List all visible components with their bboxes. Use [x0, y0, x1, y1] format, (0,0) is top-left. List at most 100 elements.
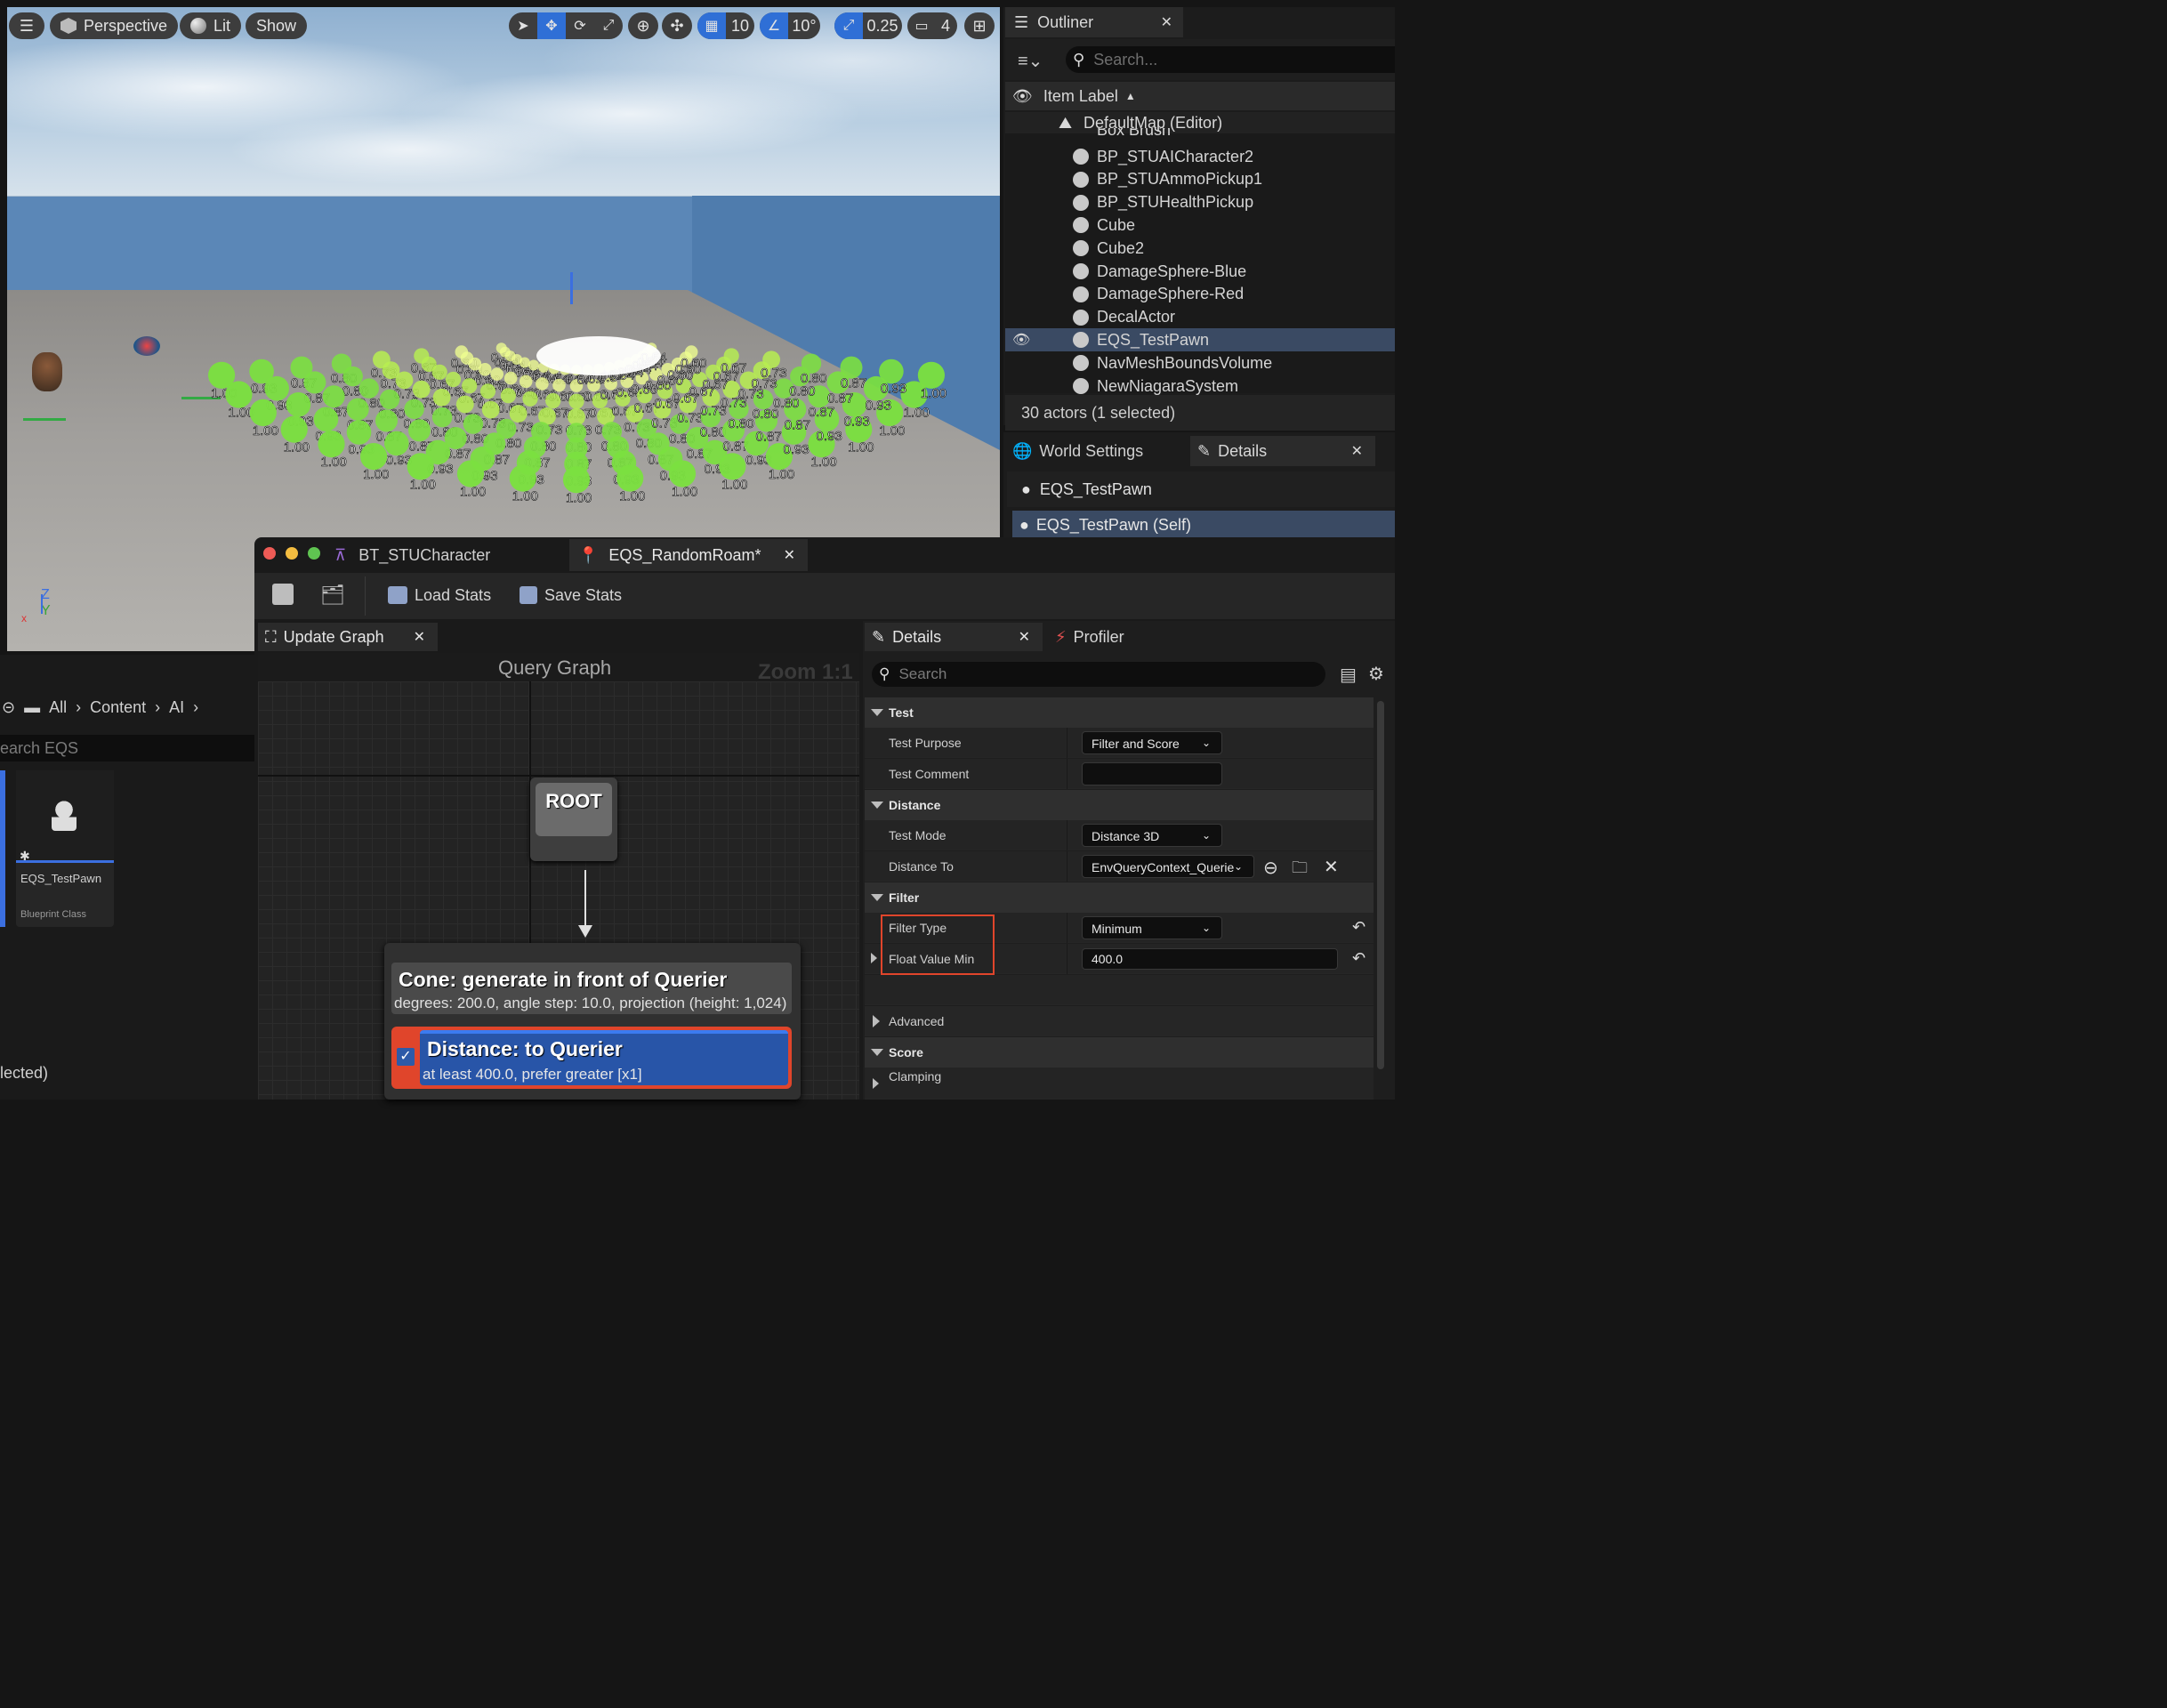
row-distance-to: Distance To EnvQueryContext_Querie ⌄ ⊖ 🗀 …: [865, 851, 1374, 882]
save-icon[interactable]: [272, 584, 294, 605]
close-icon[interactable]: ✕: [1351, 442, 1363, 460]
breadcrumb-all[interactable]: All: [49, 698, 67, 717]
outliner-row[interactable]: Cube2: [1005, 237, 1395, 260]
details-scrollbar[interactable]: [1377, 701, 1384, 1069]
graph-title: Query Graph: [498, 657, 612, 679]
eqs-score-label: 1.00: [363, 467, 389, 482]
browse-icon[interactable]: 🗂: [320, 584, 345, 607]
tab-details[interactable]: ✎ Details ✕: [865, 623, 1043, 651]
item-label-column[interactable]: Item Label: [1043, 87, 1118, 106]
history-icon[interactable]: ⊝: [2, 698, 15, 717]
float-value-min-input[interactable]: 400.0: [1082, 948, 1338, 970]
world-local-button[interactable]: ⊕: [628, 12, 658, 39]
eqs-score-label: 0.93: [784, 442, 810, 457]
test-enabled-checkbox[interactable]: ✓: [397, 1048, 415, 1066]
close-icon[interactable]: ✕: [1019, 628, 1030, 646]
outliner-search-input[interactable]: Search...: [1093, 51, 1157, 69]
asset-tile-partial[interactable]: [0, 770, 5, 927]
outliner-row[interactable]: NavMeshBoundsVolume: [1005, 351, 1395, 375]
eqs-score-label: 1.00: [769, 467, 794, 482]
browse-folder-icon[interactable]: 🗀: [1292, 857, 1308, 883]
clear-icon[interactable]: ✕: [1324, 856, 1339, 878]
show-button[interactable]: Show: [246, 12, 308, 39]
chevron-right-icon: ›: [76, 697, 82, 716]
actor-icon: [1073, 194, 1089, 211]
tab-eqs-randomroam[interactable]: 📍 EQS_RandomRoam* ✕: [569, 539, 808, 571]
grid-snap-control[interactable]: ▦ 10: [697, 12, 754, 39]
tab-details-top[interactable]: ✎ Details ✕: [1190, 436, 1375, 466]
row-clamping[interactable]: Clamping: [865, 1068, 1374, 1100]
outliner-row[interactable]: DamageSphere-Red: [1005, 283, 1395, 306]
filter-type-dropdown[interactable]: Minimum ⌄: [1082, 916, 1222, 939]
table-view-icon[interactable]: ▤: [1340, 664, 1357, 686]
close-icon[interactable]: ✕: [414, 628, 425, 646]
use-selected-icon[interactable]: ⊖: [1263, 857, 1278, 879]
outliner-row[interactable]: 👁 EQS_TestPawn: [1005, 328, 1395, 352]
component-row-self[interactable]: ● EQS_TestPawn (Self): [1012, 511, 1395, 539]
expand-arrow-icon[interactable]: [871, 953, 877, 963]
test-purpose-dropdown[interactable]: Filter and Score ⌄: [1082, 731, 1222, 754]
camera-speed-control[interactable]: ▭ 4: [907, 12, 957, 39]
move-tool-icon[interactable]: ✥: [537, 12, 566, 39]
eqs-score-label: 1.00: [410, 477, 436, 492]
filter-icon[interactable]: ≡⌄: [1018, 50, 1043, 72]
category-advanced[interactable]: Advanced: [865, 1006, 1374, 1036]
outliner-tab[interactable]: ☰ Outliner ✕: [1005, 7, 1183, 37]
save-stats-button[interactable]: Save Stats: [520, 584, 622, 607]
category-test[interactable]: Test: [865, 697, 1374, 728]
search-icon: ⚲: [879, 665, 890, 682]
details-search[interactable]: ⚲ Search: [872, 662, 1325, 687]
lit-button[interactable]: Lit: [180, 12, 242, 39]
category-distance[interactable]: Distance: [865, 790, 1374, 820]
outliner-row[interactable]: Cube: [1005, 214, 1395, 237]
outliner-search[interactable]: ⚲ Search...: [1066, 46, 1395, 73]
viewport-menu-button[interactable]: ☰: [9, 12, 44, 39]
details-tab-label: Details: [892, 627, 942, 646]
rotation-snap-control[interactable]: ∠ 10°: [760, 12, 820, 39]
settings-gear-icon[interactable]: ⚙: [1368, 663, 1384, 685]
perspective-button[interactable]: Perspective: [50, 12, 179, 39]
root-node[interactable]: ROOT: [530, 777, 617, 861]
close-icon[interactable]: ✕: [1161, 13, 1172, 31]
outliner-item-label: DecalActor: [1097, 308, 1176, 326]
window-close-dot[interactable]: [263, 547, 276, 560]
asset-tile[interactable]: ✱ EQS_TestPawn Blueprint Class: [16, 770, 114, 927]
details-search-input[interactable]: Search: [898, 665, 947, 683]
distance-to-dropdown[interactable]: EnvQueryContext_Querie ⌄: [1082, 855, 1254, 878]
reset-to-default-icon[interactable]: ↶: [1352, 949, 1365, 968]
breadcrumb-content[interactable]: Content: [90, 698, 146, 717]
visibility-eye-icon[interactable]: 👁: [1012, 87, 1033, 106]
close-icon[interactable]: ✕: [784, 546, 795, 564]
load-stats-button[interactable]: Load Stats: [388, 584, 491, 607]
window-minimize-dot[interactable]: [286, 547, 298, 560]
outliner-row[interactable]: BP_STUHealthPickup: [1005, 191, 1395, 214]
layout-button[interactable]: ⊞: [964, 12, 995, 39]
scale-tool-icon[interactable]: ⤢: [594, 12, 623, 39]
test-comment-input[interactable]: [1082, 762, 1222, 786]
outliner-item-label: DamageSphere-Red: [1097, 285, 1245, 303]
partial-row[interactable]: Box Brush: [1005, 128, 1395, 141]
select-tool-icon[interactable]: ➤: [509, 12, 537, 39]
visibility-eye-icon[interactable]: 👁: [1012, 331, 1030, 349]
category-filter[interactable]: Filter: [865, 882, 1374, 913]
outliner-row[interactable]: BP_STUAmmoPickup1: [1005, 168, 1395, 191]
tab-profiler[interactable]: ⚡ Profiler: [1050, 623, 1228, 651]
asset-search-input[interactable]: earch EQS: [0, 735, 254, 761]
reset-to-default-icon[interactable]: ↶: [1352, 918, 1365, 937]
surface-snap-button[interactable]: ✣: [662, 12, 692, 39]
tab-world-settings[interactable]: 🌐 World Settings: [1007, 436, 1185, 466]
category-score[interactable]: Score: [865, 1037, 1374, 1068]
tab-update-graph[interactable]: ⛶ Update Graph ✕: [258, 623, 438, 651]
outliner-row[interactable]: DamageSphere-Blue: [1005, 260, 1395, 283]
window-maximize-dot[interactable]: [308, 547, 320, 560]
rotate-tool-icon[interactable]: ⟳: [566, 12, 594, 39]
show-label: Show: [256, 16, 297, 35]
input-value: 400.0: [1092, 952, 1124, 966]
test-node[interactable]: ✓ Distance: to Querier at least 400.0, p…: [391, 1027, 792, 1089]
test-mode-dropdown[interactable]: Distance 3D ⌄: [1082, 824, 1222, 847]
tab-bt-stucharacter[interactable]: ⊼ BT_STUCharacter: [329, 539, 566, 571]
breadcrumb-ai[interactable]: AI: [169, 698, 184, 717]
outliner-row[interactable]: BP_STUAICharacter2: [1005, 145, 1395, 168]
outliner-row[interactable]: DecalActor: [1005, 306, 1395, 329]
scale-snap-control[interactable]: ⤢ 0.25: [834, 12, 902, 39]
